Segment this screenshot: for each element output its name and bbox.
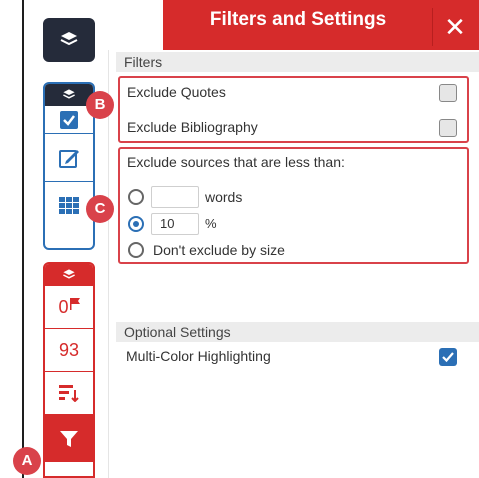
sort-button[interactable] [45,372,93,415]
optional-section-header: Optional Settings [116,322,479,342]
similarity-score: 93 [58,339,80,360]
layers-icon [63,269,75,279]
callout-highlight-b [118,76,469,143]
callout-highlight-c [118,147,469,264]
close-button[interactable]: ✕ [434,10,476,46]
sort-icon [59,385,79,402]
header-separator [432,8,433,46]
checkbox-tool-button[interactable] [45,106,93,134]
panel-title: Filters and Settings [209,9,387,30]
checkmark-icon [442,352,454,363]
filters-section-header: Filters [116,52,479,72]
callout-b: B [86,91,114,119]
callout-c: C [86,195,114,223]
close-icon: ✕ [444,12,466,42]
multicolor-label: Multi-Color Highlighting [126,348,271,364]
callout-a: A [13,447,41,475]
filter-button[interactable] [45,415,93,462]
group-header [45,264,93,286]
layers-icon [60,32,78,46]
filter-icon [60,430,78,447]
rail-edge [22,0,24,478]
layers-icon [63,89,75,99]
similarity-score-button[interactable]: 93 [45,329,93,372]
flag-count: 0 [58,296,69,317]
edit-icon [59,149,79,168]
flag-icon [69,298,80,310]
multicolor-checkbox[interactable] [439,348,457,366]
layers-button[interactable] [43,18,95,62]
edit-tool-button[interactable] [45,134,93,182]
flag-count-button[interactable]: 0 [45,286,93,329]
grid-icon [59,197,79,214]
report-tools-group: 0 93 [43,262,95,478]
checkmark-icon [60,110,78,129]
